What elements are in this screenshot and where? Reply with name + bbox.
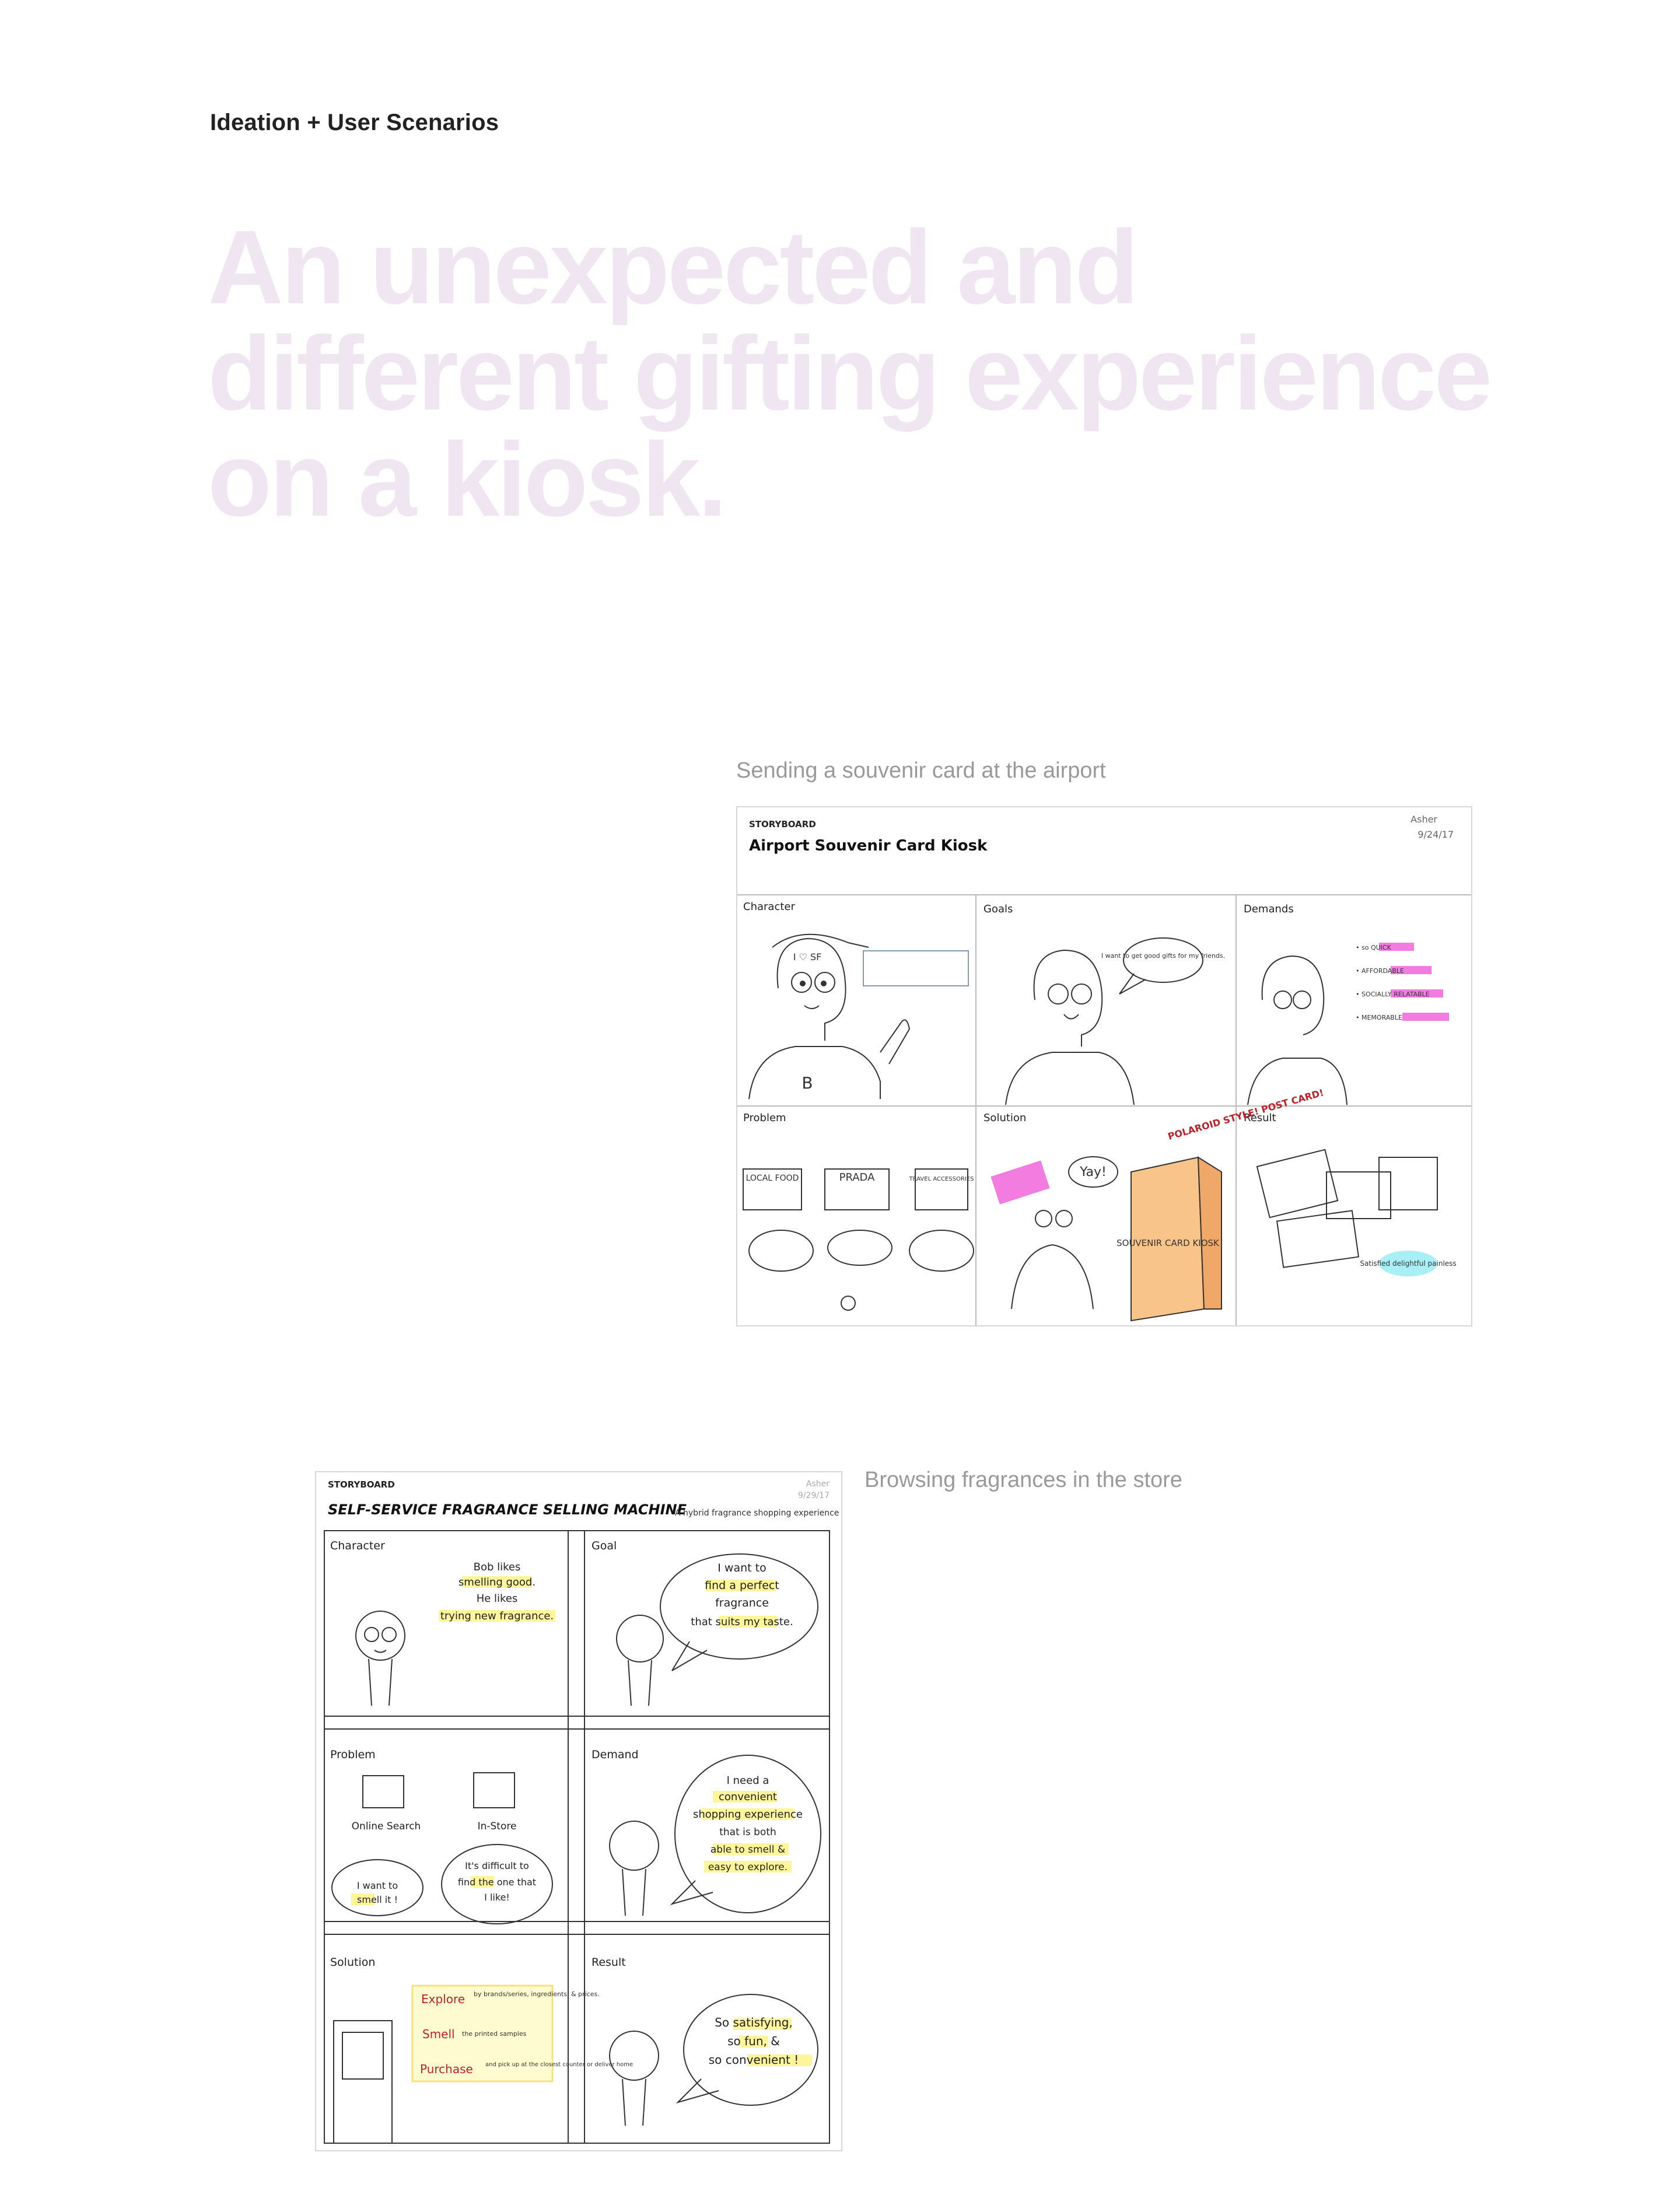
svg-text:So satisfying,: So satisfying, [715,2015,793,2029]
fragrance-panel-character: Character [330,1539,385,1552]
fragrance-demand-figure [609,1755,821,1916]
fragrance-character-text: Bob likes smelling good. He likes trying… [439,1561,555,1622]
fragrance-panel-result: Result [592,1956,626,1969]
headline-line-3: on a kiosk. [208,421,727,538]
airport-shop-1: LOCAL FOOD [746,1174,799,1183]
svg-text:It's difficult to: It's difficult to [465,1860,529,1871]
fragrance-storyboard-sketch: STORYBOARD SELF-SERVICE FRAGRANCE SELLIN… [324,1479,839,2144]
svg-text:find the one that: find the one that [458,1877,536,1888]
fragrance-storyboard-caption: Browsing fragrances in the store [864,1468,1182,1492]
fragrance-storyboard: STORYBOARD SELF-SERVICE FRAGRANCE SELLIN… [315,1471,842,2151]
airport-author: Asher [1410,814,1437,825]
airport-shop-2: PRADA [839,1171,875,1184]
svg-text:I like!: I like! [484,1892,510,1903]
airport-problem-shops [743,1168,974,1311]
fragrance-goal-figure [616,1553,818,1706]
svg-text:I want to: I want to [357,1880,398,1891]
airport-demand-list: • so QUICK • AFFORDABLE • SOCIALLY RELAT… [1356,943,1449,1021]
svg-text:that suits my taste.: that suits my taste. [691,1616,793,1628]
headline-line-2: different gifting experience [208,315,1492,432]
svg-text:convenient: convenient [719,1791,777,1803]
fragrance-panel-solution: Solution [330,1956,375,1969]
airport-panel-solution: Solution [984,1112,1026,1124]
airport-tag: STORYBOARD [749,819,816,830]
airport-date: 9/24/17 [1418,829,1454,840]
airport-cap-text: I ♡ SF [793,951,822,963]
fragrance-step-explore: Explore [421,1992,465,2006]
svg-text:trying new fragrance.: trying new fragrance. [440,1610,554,1622]
svg-text:smelling good.: smelling good. [459,1576,536,1588]
fragrance-subtitle: A hybrid fragrance shopping experience [675,1508,839,1518]
svg-text:He likes: He likes [477,1592,518,1605]
airport-goal-bubble: I want to get good gifts for my friends. [1101,952,1225,960]
fragrance-demand-text: I need a convenient shopping experience … [693,1774,803,1873]
svg-text:that is both: that is both [719,1826,776,1838]
svg-text:smell it !: smell it ! [357,1894,398,1905]
headline: An unexpected and different gifting expe… [208,209,1492,538]
svg-text:I want to: I want to [718,1562,766,1574]
headline-line-1: An unexpected and [208,209,1139,326]
airport-panel-character: Character [743,901,795,913]
fragrance-problem-online: Online Search [352,1821,421,1832]
svg-text:able to smell &: able to smell & [710,1844,785,1856]
airport-solution-bubble: Yay! [1079,1165,1107,1180]
svg-text:easy to explore.: easy to explore. [708,1861,788,1873]
svg-text:Bob likes: Bob likes [474,1561,521,1573]
fragrance-panel-demand: Demand [592,1748,639,1761]
airport-panel-problem: Problem [743,1112,786,1124]
airport-shop-3: TRAVEL ACCESSORIES [909,1176,974,1182]
svg-text:• SOCIALLY RELATABLE: • SOCIALLY RELATABLE [1356,991,1430,998]
airport-result-note: Satisfied delightful painless [1360,1259,1456,1268]
fragrance-tag: STORYBOARD [328,1479,395,1490]
airport-panel-goals: Goals [984,903,1013,915]
airport-character-figure [748,933,969,1100]
fragrance-step-smell: Smell [422,2027,455,2041]
airport-panel-demands: Demands [1244,903,1294,915]
svg-text:so convenient !: so convenient ! [709,2053,799,2067]
airport-storyboard: STORYBOARD Airport Souvenir Card Kiosk A… [736,806,1472,1326]
svg-text:find a perfect: find a perfect [705,1579,779,1592]
svg-text:• MEMORABLE: • MEMORABLE [1356,1014,1402,1021]
fragrance-note-smell: the printed samples [462,2030,527,2038]
airport-goals-figure [1005,937,1203,1105]
fragrance-goal-text: I want to find a perfect fragrance that … [691,1562,793,1628]
airport-title: Airport Souvenir Card Kiosk [749,837,988,855]
svg-text:shopping experience: shopping experience [693,1808,803,1821]
airport-demands-figure [1247,955,1348,1105]
fragrance-step-purchase: Purchase [420,2062,473,2076]
fragrance-title: SELF-SERVICE FRAGRANCE SELLING MACHINE [328,1502,687,1518]
fragrance-panel-problem: Problem [330,1748,376,1761]
svg-text:so fun, &: so fun, & [727,2034,780,2048]
airport-kiosk-label: SOUVENIR CARD KIOSK [1116,1238,1220,1248]
fragrance-character-figure [355,1611,405,1706]
svg-text:fragrance: fragrance [715,1597,769,1609]
airport-solution-callout: POLAROID STYLE! POST CARD! [1167,1087,1325,1142]
fragrance-result-text: So satisfying, so fun, & so convenient ! [709,2015,812,2067]
fragrance-note-explore: by brands/series, ingredients, & prices. [474,1990,600,1998]
svg-text:• so QUICK: • so QUICK [1356,944,1392,951]
airport-shirt-letter: B [802,1073,813,1093]
section-label: Ideation + User Scenarios [210,110,499,135]
fragrance-date: 9/29/17 [798,1491,830,1500]
svg-text:• AFFORDABLE: • AFFORDABLE [1356,967,1404,975]
fragrance-machine [333,2020,393,2144]
airport-storyboard-caption: Sending a souvenir card at the airport [736,758,1106,783]
airport-result-cards [1256,1149,1438,1268]
fragrance-problem-instore: In-Store [478,1821,517,1832]
fragrance-panel-goal: Goal [592,1539,617,1552]
svg-text:I need a: I need a [727,1774,769,1787]
fragrance-author: Asher [806,1479,830,1489]
airport-storyboard-sketch: STORYBOARD Airport Souvenir Card Kiosk A… [737,814,1471,1325]
